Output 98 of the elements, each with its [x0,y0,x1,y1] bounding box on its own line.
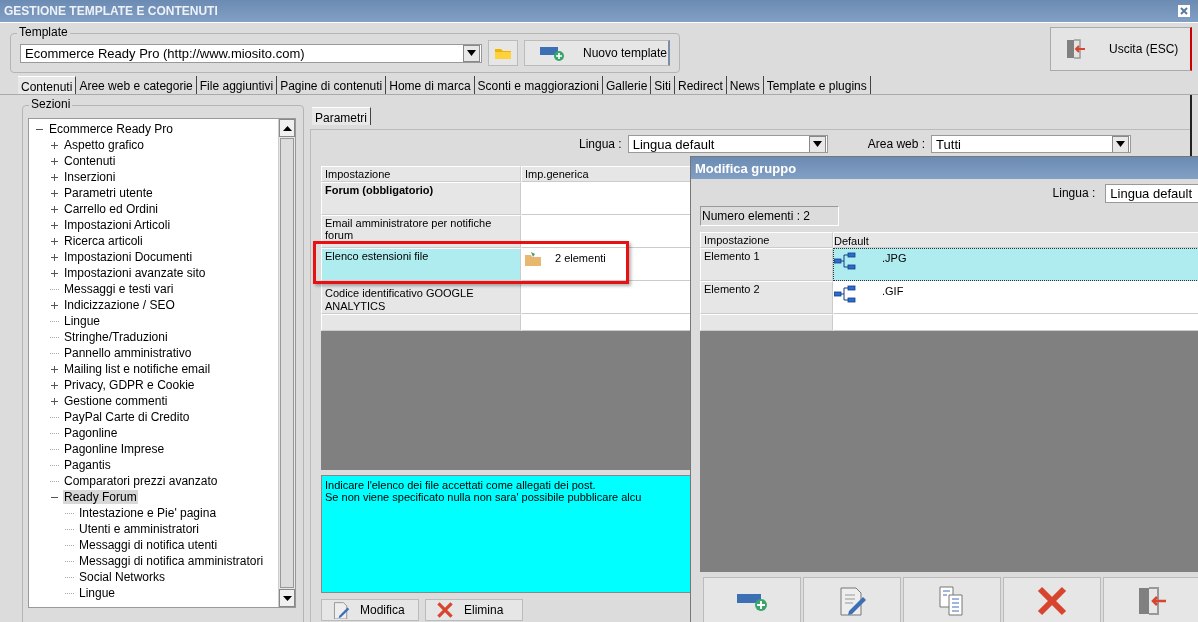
tree-item[interactable]: Messaggi e testi vari [63,282,175,296]
column-header: Default [833,232,1198,248]
tree-item[interactable]: Parametri utente [63,186,154,200]
table-cell[interactable]: Elenco estensioni file [321,248,521,281]
tree-item[interactable]: Mailing list e notifiche email [63,362,212,376]
tree-item[interactable]: Impostazioni Documenti [63,250,194,264]
new-template-button[interactable]: Nuovo template [524,40,670,66]
tree-item[interactable]: Messaggi di notifica amministratori [78,554,265,568]
scrollbar[interactable] [278,119,295,607]
tab[interactable]: Gallerie [603,76,652,94]
tree-item[interactable]: Gestione commenti [63,394,169,408]
window-title: GESTIONE TEMPLATE E CONTENUTI [4,4,218,18]
edit-button[interactable]: Modifica [321,599,419,621]
column-header: Impostazione [700,232,833,248]
tree-item[interactable]: Inserzioni [63,170,117,184]
tab[interactable]: Siti [651,76,676,94]
tree-item[interactable]: Contenuti [63,154,117,168]
expander-icon[interactable] [50,204,59,214]
expander-icon[interactable] [50,156,59,166]
delete-button[interactable]: Elimina [425,599,523,621]
door-icon [1065,37,1087,61]
tab[interactable]: Contenuti [18,76,77,94]
description-text: Indicare l'elenco dei file accettati come allegati dei post. [325,479,596,491]
tree-item[interactable]: Stringhe/Traduzioni [63,330,169,344]
delete-icon [1036,585,1068,617]
expander-icon[interactable] [50,220,59,230]
tree-item[interactable]: Intestazione e Pie' pagina [78,506,218,520]
table-cell: .GIF [882,285,904,297]
field-label: Area web : [867,137,926,151]
expander-icon[interactable] [50,252,59,262]
group-label: Sezioni [29,97,73,111]
tree-item[interactable]: Ecommerce Ready Pro [48,122,175,136]
tree-item[interactable]: Lingue [78,586,117,600]
template-dropdown[interactable]: Ecommerce Ready Pro (http://www.miosito.com) [20,43,482,63]
delete-button[interactable] [1003,577,1101,622]
expander-icon[interactable] [50,188,59,198]
tree-item[interactable]: Social Networks [78,570,167,584]
expander-icon[interactable] [50,380,59,390]
expander-icon[interactable] [50,236,59,246]
door-icon [1136,584,1168,618]
tree-item[interactable]: Utenti e amministratori [78,522,201,536]
tree-item[interactable]: Privacy, GDPR e Cookie [63,378,196,392]
language-dropdown[interactable]: Lingua default [1105,183,1198,203]
up-arrow-icon [282,125,292,131]
table-cell: Elemento 1 [700,248,833,281]
tree-item[interactable]: Impostazioni avanzate sito [63,266,207,280]
add-button[interactable] [703,577,801,622]
tree-item[interactable]: Ricerca articoli [63,234,144,248]
down-arrow-icon [282,595,292,601]
edit-icon [332,601,350,619]
tree-item[interactable]: Lingue [63,314,102,328]
folder-icon [525,252,541,266]
caret-icon [812,141,822,147]
tree-item[interactable]: Pagantis [63,458,112,472]
folder-icon [494,46,512,60]
expander-icon[interactable] [50,140,59,150]
add-icon [539,45,565,61]
field-label: Lingua : [1052,186,1096,200]
table-cell: Elemento 2 [700,281,833,314]
exit-button[interactable] [1103,577,1198,622]
hierarchy-icon [834,284,856,304]
tree-item[interactable]: Carrello ed Ordini [63,202,160,216]
caret-icon [1116,141,1126,147]
tree-item[interactable]: Ready Forum [63,490,138,504]
tree-item[interactable]: Pagonline Imprese [63,442,166,456]
caret-icon [467,50,476,56]
expander-icon[interactable] [50,268,59,278]
expander-icon[interactable] [50,364,59,374]
tab[interactable]: Aree web e categorie [76,76,197,94]
exit-button[interactable]: Uscita (ESC) [1050,27,1192,71]
tree-item[interactable]: Pannello amministrativo [63,346,193,360]
field-label: Lingua : [579,137,622,151]
group-label: Template [17,25,70,39]
column-header: Impostazione [321,166,521,182]
tree-item[interactable]: Impostazioni Articoli [63,218,172,232]
tree-item[interactable]: Pagonline [63,426,119,440]
hierarchy-icon [834,251,856,271]
description-text: Se non viene specificato nulla non sara' possibile pubblicare alcu [325,491,642,503]
expander-icon[interactable] [50,396,59,406]
tree-item[interactable]: Messaggi di notifica utenti [78,538,219,552]
tree-item[interactable]: PayPal Carte di Credito [63,410,191,424]
tab[interactable]: Parametri [312,107,371,125]
expander-icon[interactable] [50,300,59,310]
tab[interactable]: Redirect [675,76,727,94]
table-cell[interactable]: Forum (obbligatorio) [321,182,521,215]
table-cell: .JPG [882,252,907,264]
delete-icon [436,601,454,619]
language-dropdown[interactable]: Lingua default [627,135,828,153]
tree-item[interactable]: Indicizzazione / SEO [63,298,176,312]
expander-icon[interactable] [50,172,59,182]
area-dropdown[interactable]: Tutti [931,135,1132,153]
table-row[interactable]: .JPG [833,248,1198,281]
table-cell[interactable] [321,314,521,331]
tree-item[interactable]: Comparatori prezzi avanzato [63,474,219,488]
count-label: Numero elementi : 2 [700,206,839,226]
close-icon[interactable] [1178,5,1190,17]
tree-item[interactable]: Aspetto grafico [63,138,146,152]
table-row[interactable]: .GIF [833,281,1198,314]
